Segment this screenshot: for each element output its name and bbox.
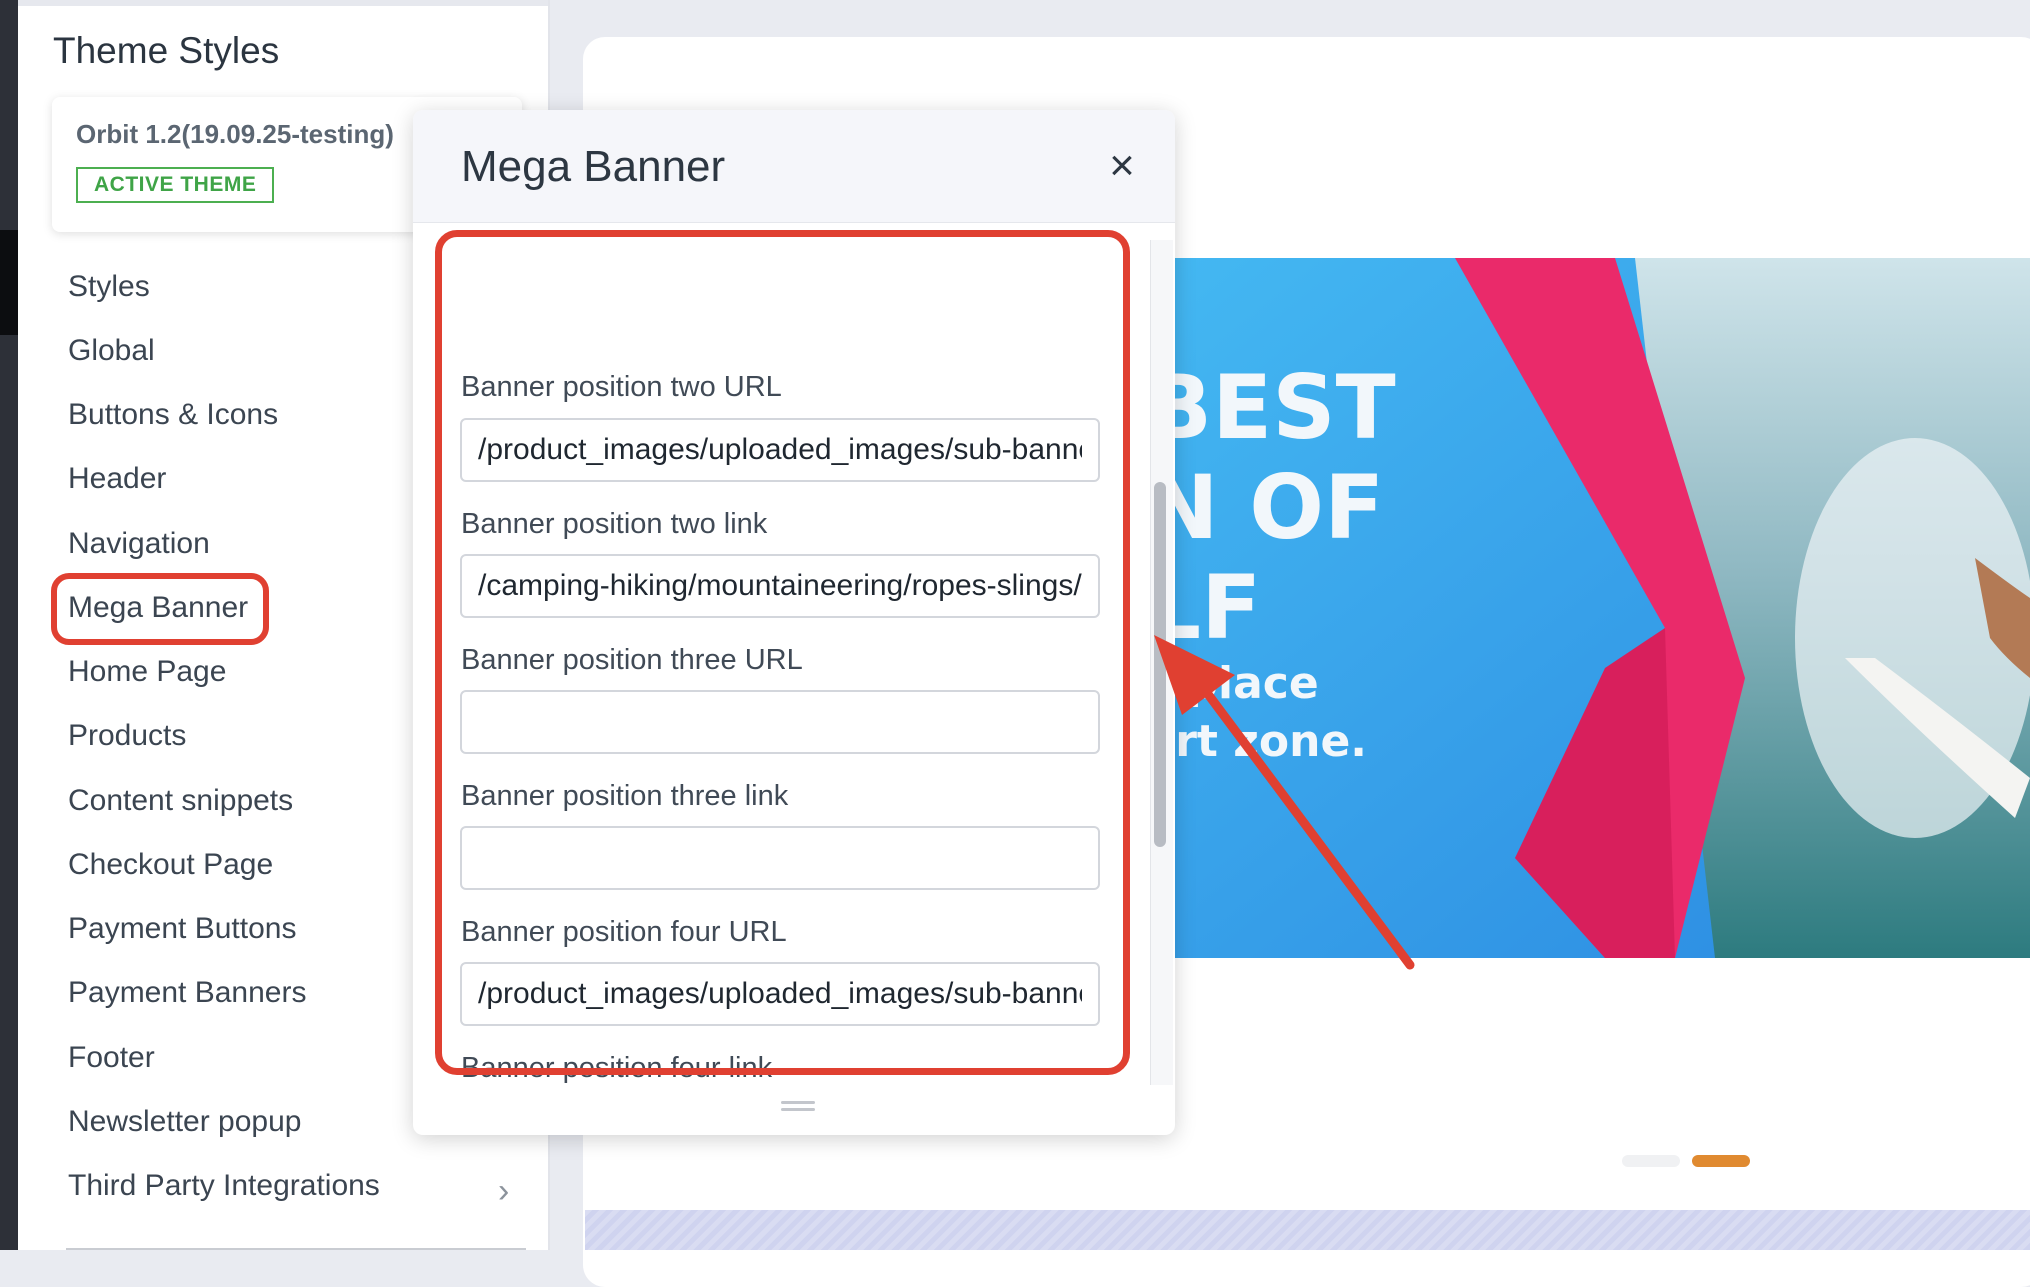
annotation-arrow-icon <box>1154 635 1415 970</box>
sidebar-item-payment-banners[interactable]: Payment Banners <box>68 976 306 1010</box>
sidebar-item-styles[interactable]: Styles <box>68 270 150 304</box>
banner-text-line2: N OF <box>1155 456 1384 559</box>
carousel-dot-2-active[interactable] <box>1692 1155 1750 1167</box>
chevron-right-icon[interactable]: › <box>498 1172 509 1211</box>
active-theme-badge: ACTIVE THEME <box>76 167 275 203</box>
sidebar-item-newsletter-popup[interactable]: Newsletter popup <box>68 1105 301 1139</box>
carousel-dot-1[interactable] <box>1622 1155 1680 1167</box>
modal-title: Mega Banner <box>461 142 726 191</box>
sidebar-item-checkout-page[interactable]: Checkout Page <box>68 848 273 882</box>
fields-highlight-box <box>435 230 1130 1075</box>
window-edge <box>0 0 18 1250</box>
modal-header: Mega Banner × <box>413 110 1175 223</box>
theme-name: Orbit 1.2(19.09.25-testing) <box>76 119 394 149</box>
close-icon[interactable]: × <box>1100 144 1144 188</box>
sidebar-item-footer[interactable]: Footer <box>68 1041 155 1075</box>
banner-text-line1: BEST <box>1155 356 1396 459</box>
sidebar-title: Theme Styles <box>53 30 280 71</box>
sidebar-item-content-snippets[interactable]: Content snippets <box>68 784 293 818</box>
sidebar-top-divider <box>18 0 548 6</box>
sidebar-item-payment-buttons[interactable]: Payment Buttons <box>68 912 296 946</box>
resize-handle-icon[interactable] <box>781 1101 815 1113</box>
sidebar-item-header[interactable]: Header <box>68 462 166 496</box>
sidebar-item-products[interactable]: Products <box>68 719 186 753</box>
mega-banner-highlight <box>51 573 269 645</box>
preview-footer-stripe <box>585 1210 2030 1250</box>
sidebar-item-buttons-icons[interactable]: Buttons & Icons <box>68 398 278 432</box>
sidebar-item-home-page[interactable]: Home Page <box>68 655 226 689</box>
sidebar-item-navigation[interactable]: Navigation <box>68 527 210 561</box>
sidebar-item-global[interactable]: Global <box>68 334 155 368</box>
sidebar-item-third-party-integrations[interactable]: Third Party Integrations <box>68 1169 380 1203</box>
